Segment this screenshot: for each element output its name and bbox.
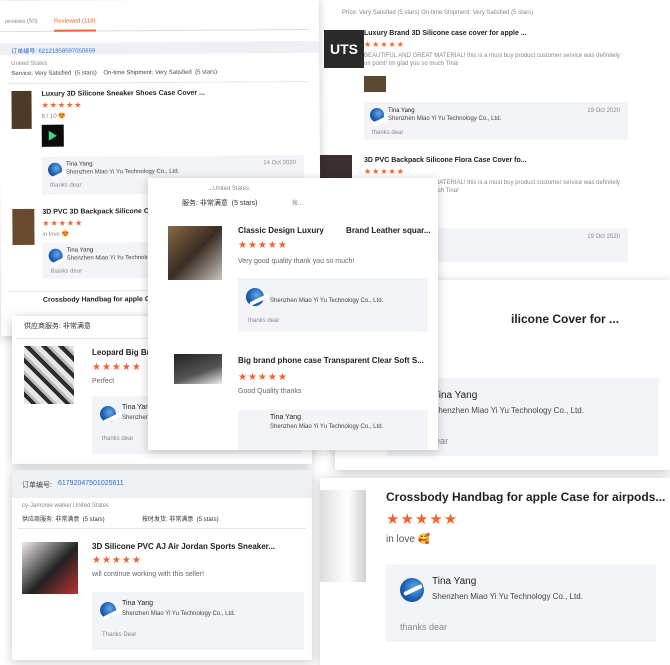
order-bar: 订单编号: 62121858597050659: [0, 40, 320, 56]
order-number[interactable]: 61792047501025611: [58, 480, 124, 487]
reply-date: 19 Oct 2020: [587, 108, 620, 114]
reply-name: Tina Yang: [388, 108, 415, 114]
play-icon: [48, 130, 57, 141]
reply-name: Tina Yang: [433, 390, 478, 401]
order-number[interactable]: 订单编号: 62121858597050659: [11, 45, 95, 55]
reply-text: thanks dear: [248, 318, 280, 324]
reply-company: Shenzhen Miao Yi Yu Technology Co., Ltd.: [388, 116, 502, 122]
reply-company: Shenzhen Miao Yi Yu Technology Co., Ltd.: [66, 168, 180, 176]
reply-name: Tina Yang: [122, 600, 154, 607]
product-image: [22, 542, 78, 594]
buyer-country: United States: [11, 60, 48, 68]
ratings-line: Price: Very Satisfied (5 stars) On-time …: [342, 10, 534, 16]
review-comment: in love 😍: [42, 231, 69, 238]
ratings-line: 供应商服务: 非常满意: [24, 323, 91, 330]
review-comment: Good Quality thanks: [238, 388, 302, 395]
reply-text: thanks dear: [50, 182, 82, 189]
product-title[interactable]: Luxury 3D Silicone Sneaker Shoes Case Co…: [41, 90, 204, 98]
review-comment: Perfect: [92, 378, 115, 385]
reply-name: Tina Yang: [432, 576, 477, 587]
rating-stars: ★★★★★: [41, 100, 83, 110]
divider: [7, 80, 308, 85]
product-title[interactable]: Crossbody Handbag for apple Case for air…: [386, 490, 665, 504]
ratings-line: 按...: [292, 201, 304, 207]
product-image: [320, 490, 366, 582]
rating-stars: ★★★★★: [386, 511, 459, 528]
rating-stars: ★★★★★: [364, 167, 405, 176]
review-card-center: ...United States 服务: 非常满意 (5 stars) 按...…: [148, 178, 438, 450]
company-logo-icon: [47, 162, 63, 177]
buyer-country: cy-Jamonie walker.United States: [22, 503, 110, 509]
order-label: 订单编号:: [22, 482, 52, 489]
company-logo-icon: [370, 108, 384, 122]
ratings-line: 供应商服务: 非常满意 (5 stars): [22, 517, 105, 523]
product-image: [168, 226, 222, 280]
tab-reviews[interactable]: reviews (50): [5, 19, 38, 25]
product-image: [24, 346, 74, 404]
product-image: [174, 354, 222, 384]
product-image: UTS: [324, 30, 364, 68]
review-tabs: reviews (50) Reviewed (118): [0, 0, 310, 33]
reply-name: Tina Yang: [65, 161, 93, 168]
review-card-bottom-left: 订单编号: 61792047501025611 cy-Jamonie walke…: [12, 470, 312, 660]
reply-name: Tina Yang: [66, 247, 94, 254]
rating-stars: ★★★★★: [42, 218, 84, 228]
review-comment: BEAUTIFUL AND GREAT MATERIAL! this is a …: [364, 53, 620, 67]
reply-name: Tina Yang: [270, 414, 302, 421]
review-comment: Very good quality thank you so much!: [238, 258, 355, 265]
reply-text: thanks dear: [372, 130, 404, 136]
company-logo-icon: [100, 406, 116, 422]
product-title[interactable]: Classic Design Luxury Brand Leather squa…: [238, 226, 431, 235]
seller-reply: Tina Yang Shenzhen Miao Yi Yu Technology…: [386, 564, 656, 642]
rating-stars: ★★★★★: [238, 372, 288, 383]
reply-company: Shenzhen Miao Yi Yu Technology Co., Ltd.: [270, 298, 384, 304]
product-title[interactable]: 3D PVC Backpack Silicone Flora Case Cove…: [364, 157, 527, 164]
company-logo-icon: [400, 578, 424, 602]
seller-reply: Tina Yang Shenzhen Miao Yi Yu Technology…: [92, 592, 304, 650]
company-logo-icon: [100, 602, 116, 618]
reply-text: thanks dear: [400, 622, 448, 632]
product-title[interactable]: ilicone Cover for ...: [511, 312, 619, 326]
ratings-line: 按时发货: 非常满意 (5 stars): [142, 517, 219, 523]
product-title[interactable]: Big brand phone case Transparent Clear S…: [238, 356, 424, 365]
review-comment: 8 / 10 😍: [41, 113, 66, 120]
reply-date: 19 Oct 2020: [587, 234, 620, 240]
seller-reply: Tina Yang Shenzhen Miao Yi Yu Technology…: [364, 102, 628, 140]
reply-text: Thanks Dear: [102, 632, 137, 638]
reply-text: thanks dear: [50, 268, 83, 275]
ratings-line: 服务: 非常满意 (5 stars): [182, 200, 258, 207]
review-comment: in love 🥰: [386, 534, 431, 545]
reply-company: Shenzhen Miao Yi Yu Technology Co., Ltd.: [432, 592, 583, 601]
review-card-bottom-right: Crossbody Handbag for apple Case for air…: [320, 478, 670, 665]
ratings-line: Service: Very Satisfied (5 stars) On-tim…: [11, 69, 218, 78]
review-video-thumb[interactable]: [41, 124, 64, 147]
rating-stars: ★★★★★: [238, 240, 288, 251]
rating-stars: ★★★★★: [92, 362, 142, 373]
buyer-country: ...United States: [208, 186, 250, 192]
review-photo[interactable]: [364, 76, 386, 92]
seller-reply: Shenzhen Miao Yi Yu Technology Co., Ltd.…: [238, 278, 428, 332]
product-title[interactable]: Luxury Brand 3D Silicone case cover for …: [364, 30, 527, 37]
product-image: [11, 90, 32, 130]
tab-reviewed[interactable]: Reviewed (118): [53, 18, 96, 32]
product-image: [12, 208, 35, 246]
company-logo-icon: [48, 248, 63, 263]
reply-company: Shenzhen Miao Yi Yu Technology Co., Ltd.: [270, 424, 384, 430]
order-bar: 订单编号: 61792047501025611: [12, 470, 312, 498]
reply-company: Shenzhen Miao Yi Yu Technology Co., Ltd.: [433, 406, 584, 415]
rating-stars: ★★★★★: [92, 555, 142, 566]
review-comment: will continue working with this seller!: [92, 571, 205, 578]
reply-date: 14 Oct 2020: [263, 160, 296, 167]
rating-stars: ★★★★★: [364, 40, 405, 49]
reply-text: thanks dear: [102, 436, 134, 442]
seller-reply: Tina Yang Shenzhen Miao Yi Yu Technology…: [238, 410, 428, 450]
company-logo-icon: [246, 288, 264, 306]
product-title[interactable]: 3D Silicone PVC AJ Air Jordan Sports Sne…: [92, 542, 275, 551]
divider: [18, 528, 306, 529]
reply-company: Shenzhen Miao Yi Yu Technology Co., Ltd.: [122, 611, 236, 617]
